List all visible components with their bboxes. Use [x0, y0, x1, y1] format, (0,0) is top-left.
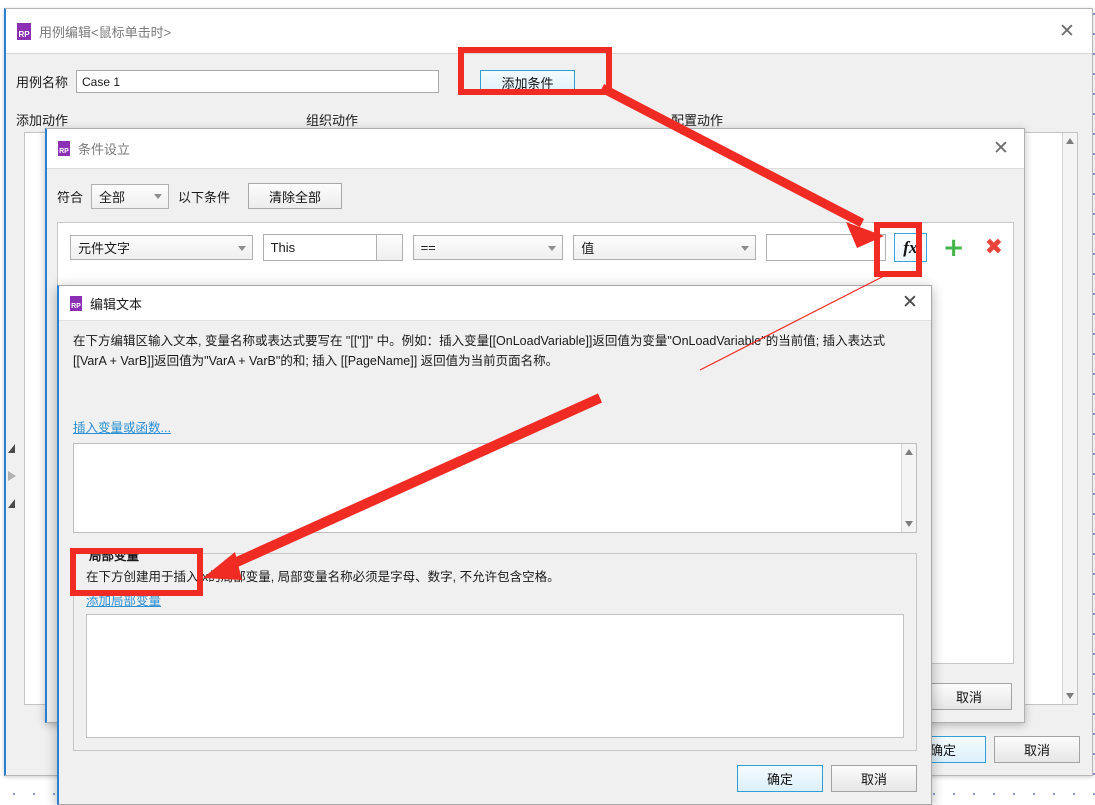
scroll-down-arrow-icon[interactable] [905, 521, 913, 527]
use-case-close-icon[interactable]: ✕ [1056, 21, 1078, 43]
insert-variable-or-function-link[interactable]: 插入变量或函数... [73, 417, 171, 436]
configure-pane-scrollbar[interactable] [1062, 133, 1077, 704]
splitter-up-triangle-icon-2[interactable] [8, 499, 15, 508]
condition-subject-select[interactable]: 元件文字 [70, 235, 253, 260]
edit-text-title-bar: RP 编辑文本 [59, 286, 931, 321]
splitter-up-triangle-icon[interactable] [8, 444, 15, 453]
add-local-variable-link[interactable]: 添加局部变量 [86, 590, 161, 609]
column-header-add-action: 添加动作 [16, 113, 69, 128]
add-condition-row-icon[interactable]: + [943, 235, 965, 261]
condition-footer-buttons: 取消 [926, 683, 1012, 710]
edit-text-window: RP 编辑文本 ✕ 在下方编辑区输入文本, 变量名称或表达式要写在 "[["]]… [57, 285, 932, 805]
edit-text-description: 在下方编辑区输入文本, 变量名称或表达式要写在 "[["]]" 中。例如：插入变… [73, 334, 886, 368]
remove-condition-row-icon[interactable]: ✖ [985, 236, 1003, 259]
condition-subject-value: 元件文字 [78, 241, 131, 256]
condition-close-icon[interactable]: ✕ [990, 138, 1012, 160]
edit-text-close-icon[interactable]: ✕ [899, 292, 921, 314]
match-scope-select[interactable]: 全部 [91, 183, 170, 209]
scroll-down-arrow-icon[interactable] [1066, 693, 1074, 699]
edit-text-cancel-button[interactable]: 取消 [831, 765, 917, 792]
condition-target-value-box[interactable]: This [262, 234, 377, 261]
chevron-down-icon [548, 245, 557, 251]
textarea-scrollbar[interactable] [901, 444, 916, 532]
case-name-row: 用例名称 [16, 70, 440, 93]
condition-value-input[interactable] [765, 234, 886, 261]
edit-text-body: 在下方编辑区输入文本, 变量名称或表达式要写在 "[["]]" 中。例如：插入变… [59, 321, 931, 804]
chevron-down-icon [740, 245, 749, 251]
condition-match-row: 符合 全部 以下条件 清除全部 [47, 183, 1024, 209]
local-variables-group: 局部变量 在下方创建用于插入fx的局部变量, 局部变量名称必须是字母、数字, 不… [73, 545, 917, 751]
column-header-organize-action: 组织动作 [306, 113, 359, 128]
condition-row: 元件文字 This == 值 fx + ✖ [70, 233, 1003, 262]
match-scope-value: 全部 [99, 189, 126, 205]
use-case-cancel-button[interactable]: 取消 [994, 736, 1080, 763]
local-variables-list[interactable] [86, 614, 904, 738]
condition-target-combo[interactable]: This [262, 234, 403, 261]
rp-logo-icon-edit-text: RP [67, 295, 82, 311]
chevron-down-icon [154, 194, 163, 199]
use-case-title-bar: RP 用例编辑<鼠标单击时> [6, 9, 1092, 53]
edit-text-ok-button[interactable]: 确定 [737, 765, 823, 792]
fx-button[interactable]: fx [893, 233, 927, 262]
condition-window-title: 条件设立 [78, 142, 131, 157]
edit-text-footer-buttons: 确定 取消 [737, 765, 917, 792]
edit-text-window-title: 编辑文本 [90, 296, 143, 312]
rp-logo-icon-condition: RP [55, 141, 70, 156]
condition-operator-value: == [420, 240, 436, 255]
column-header-configure-action: 配置动作 [671, 113, 724, 128]
screen-root: RP 用例编辑<鼠标单击时> ✕ 用例名称 添加条件 添加动作 组织动作 配置动… [0, 0, 1095, 805]
condition-title-bar: RP 条件设立 [47, 129, 1024, 169]
edit-text-textarea[interactable] [73, 443, 917, 533]
case-name-input[interactable] [76, 70, 440, 93]
condition-compare-type-select[interactable]: 值 [573, 235, 756, 260]
local-variables-description: 在下方创建用于插入fx的局部变量, 局部变量名称必须是字母、数字, 不允许包含空… [86, 570, 560, 584]
condition-target-value: This [270, 240, 296, 255]
use-case-window-title: 用例编辑<鼠标单击时> [39, 24, 172, 40]
splitter-right-triangle-icon[interactable] [8, 471, 16, 481]
condition-operator-select[interactable]: == [412, 235, 564, 260]
rp-logo-icon: RP [14, 22, 31, 40]
scroll-up-arrow-icon[interactable] [1066, 138, 1074, 144]
condition-compare-type-value: 值 [581, 241, 595, 256]
add-condition-button[interactable]: 添加条件 [480, 70, 575, 95]
condition-suffix-label: 以下条件 [178, 189, 231, 205]
pane-splitter-handles[interactable] [8, 426, 22, 526]
scroll-up-arrow-icon[interactable] [905, 449, 913, 455]
chevron-down-icon [237, 245, 246, 251]
match-label: 符合 [57, 189, 84, 205]
condition-target-dropdown-button[interactable] [376, 234, 403, 261]
local-variables-legend: 局部变量 [84, 545, 145, 564]
condition-cancel-button[interactable]: 取消 [926, 683, 1012, 710]
clear-all-button[interactable]: 清除全部 [248, 183, 343, 209]
case-name-label: 用例名称 [16, 75, 69, 90]
